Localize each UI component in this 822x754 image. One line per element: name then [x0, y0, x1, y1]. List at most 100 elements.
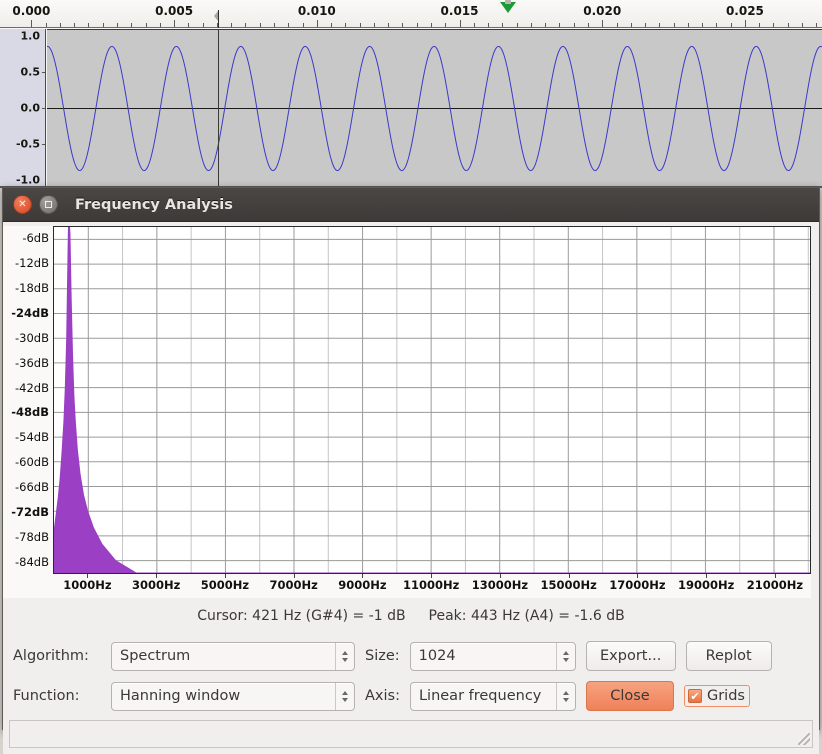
db-axis-label: -48dB: [11, 405, 49, 420]
peak-readout: Peak: 443 Hz (A4) = -1.6 dB: [428, 608, 625, 624]
frequency-axis-label: 3000Hz: [131, 578, 181, 592]
size-select[interactable]: 1024: [409, 641, 576, 671]
function-select[interactable]: Hanning window: [111, 681, 355, 711]
checkbox-checked-icon[interactable]: ✔: [687, 689, 702, 703]
db-axis-label: -84dB: [15, 554, 49, 569]
ruler-tick: [388, 23, 389, 27]
ruler-label: 0.015: [440, 4, 479, 18]
controls-row-2: Function: Hanning window Axis: Linear fr…: [13, 676, 809, 716]
ruler-tick: [802, 23, 803, 27]
ruler-tick: [74, 23, 75, 27]
window-title: Frequency Analysis: [75, 196, 233, 213]
ruler-tick: [788, 23, 789, 27]
spinner-arrows-icon[interactable]: [555, 682, 575, 710]
ruler-tick: [517, 23, 518, 27]
spectrum-plot-region: -6dB -12dB -18dB -24dB -30dB -36dB -42dB -48dB -…: [3, 226, 811, 574]
ruler-tick: [46, 23, 47, 27]
ruler-tick: [345, 23, 346, 27]
amplitude-label: -0.5: [15, 137, 40, 151]
ruler-tick: [60, 23, 61, 27]
frequency-axis-label: 9000Hz: [338, 578, 387, 592]
frequency-axis-label: 13000Hz: [471, 578, 529, 592]
grids-checkbox[interactable]: ✔ Grids: [683, 685, 750, 707]
close-button[interactable]: Close: [585, 681, 674, 711]
replot-button[interactable]: Replot: [685, 641, 772, 671]
ruler-tick: [203, 23, 204, 27]
ruler-tick: [631, 23, 632, 27]
db-axis-label: -12dB: [15, 256, 49, 271]
ruler-tick: [431, 23, 432, 27]
ruler-tick: [731, 23, 732, 27]
algorithm-value: Spectrum: [120, 648, 191, 664]
ruler-tick: [688, 23, 689, 27]
window-titlebar[interactable]: ✕ Frequency Analysis: [3, 188, 819, 222]
ruler-tick: [31, 20, 32, 27]
ruler-tick: [531, 23, 532, 27]
frequency-axis-label: 17000Hz: [609, 578, 666, 592]
ruler-tick: [317, 20, 318, 27]
ruler-tick: [545, 23, 546, 27]
ruler-tick: [702, 23, 703, 27]
ruler-tick: [759, 23, 760, 27]
axis-label: Axis:: [365, 688, 400, 704]
frequency-axis-label: 21000Hz: [746, 578, 804, 592]
maximize-icon[interactable]: [39, 195, 58, 214]
ruler-tick: [559, 23, 560, 27]
algorithm-select[interactable]: Spectrum: [111, 641, 355, 671]
ruler-tick: [331, 23, 332, 27]
audio-track-area: 0.000 0.005 0.010 0.015 0.020 0.025 1.0 0.5 0.0…: [0, 0, 822, 188]
playhead-marker[interactable]: [500, 0, 517, 13]
function-label: Function:: [13, 688, 80, 704]
export-button[interactable]: Export...: [585, 641, 676, 671]
spectrum-plot[interactable]: [53, 226, 811, 574]
ruler-tick: [402, 23, 403, 27]
ruler-tick: [260, 23, 261, 27]
ruler-tick: [502, 23, 503, 27]
spectrum-svg: [54, 227, 810, 573]
frequency-axis-label: 1000Hz: [63, 578, 112, 592]
db-axis-label: -72dB: [11, 504, 49, 519]
ruler-tick: [188, 23, 189, 27]
size-label: Size:: [365, 648, 400, 664]
db-axis-label: -30dB: [15, 330, 49, 345]
amplitude-label: 0.0: [20, 101, 41, 115]
waveform-svg: [47, 45, 822, 172]
ruler-tick: [488, 23, 489, 27]
spinner-arrows-icon[interactable]: [335, 642, 354, 670]
close-icon[interactable]: ✕: [13, 195, 32, 214]
ruler-tick: [617, 23, 618, 27]
amplitude-ruler: 1.0 0.5 0.0 -0.5 -1.0: [0, 29, 46, 187]
ruler-tick: [588, 23, 589, 27]
ruler-label: 0.005: [155, 4, 194, 18]
ruler-tick: [360, 23, 361, 27]
controls-panel: Algorithm: Spectrum Size: 1024 Export...…: [3, 636, 819, 716]
db-axis-label: -18dB: [15, 281, 49, 296]
db-axis-label: -24dB: [11, 306, 49, 320]
ruler-tick: [160, 23, 161, 27]
window-statusbar: [9, 720, 813, 748]
resize-grip[interactable]: [798, 733, 810, 745]
spinner-arrows-icon[interactable]: [555, 642, 575, 670]
ruler-tick: [88, 23, 89, 27]
cursor-readout: Cursor: 421 Hz (G#4) = -1 dB: [197, 608, 406, 624]
waveform-display[interactable]: [47, 29, 822, 187]
db-axis-label: -36dB: [15, 355, 49, 370]
db-axis-label: -66dB: [15, 480, 49, 494]
ruler-tick: [103, 23, 104, 27]
axis-select[interactable]: Linear frequency: [409, 681, 576, 711]
ruler-tick: [274, 23, 275, 27]
ruler-tick: [374, 23, 375, 27]
frequency-analysis-window: ✕ Frequency Analysis -6dB -12dB -18dB -24dB…: [2, 187, 820, 754]
db-axis-label: -6dB: [22, 231, 49, 246]
spinner-arrows-icon[interactable]: [335, 682, 354, 710]
ruler-tick: [445, 23, 446, 27]
ruler-tick: [773, 23, 774, 27]
amplitude-tick: [42, 108, 45, 109]
db-axis: -6dB -12dB -18dB -24dB -30dB -36dB -42dB -48dB -…: [3, 226, 53, 574]
frequency-axis-label: 19000Hz: [677, 578, 735, 592]
timeline-ruler[interactable]: 0.000 0.005 0.010 0.015 0.020 0.025: [0, 0, 822, 28]
amplitude-tick: [42, 72, 45, 73]
frequency-axis-label: 5000Hz: [200, 578, 250, 592]
ruler-tick: [574, 23, 575, 27]
frequency-axis-label: 11000Hz: [402, 578, 460, 592]
